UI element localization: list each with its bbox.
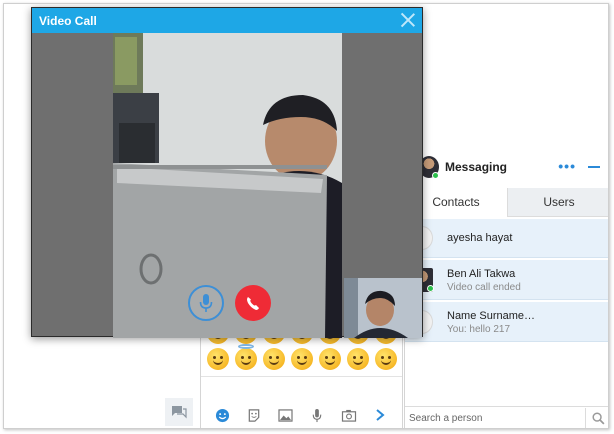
search-icon[interactable] xyxy=(585,407,608,428)
video-call-titlebar[interactable]: Video Call xyxy=(32,8,422,33)
contact-item[interactable]: Ben Ali Takwa Video call ended xyxy=(405,260,608,300)
emoji-laugh-icon[interactable] xyxy=(207,348,229,370)
self-video-image xyxy=(344,278,422,338)
remote-video-image xyxy=(113,33,342,338)
emoji-picker-row-2 xyxy=(207,344,397,370)
chat-toggle-icon[interactable] xyxy=(165,398,193,426)
sticker-icon[interactable] xyxy=(246,407,262,423)
emoji-smile-icon[interactable] xyxy=(291,348,313,370)
messaging-title: Messaging xyxy=(445,160,508,174)
contact-name: ayesha hayat xyxy=(447,232,513,244)
emoji-relaxed-icon[interactable] xyxy=(375,348,397,370)
image-icon[interactable] xyxy=(278,407,294,423)
tab-users[interactable]: Users xyxy=(507,188,608,217)
minimize-icon[interactable] xyxy=(588,166,600,168)
contact-item[interactable]: ayesha hayat xyxy=(405,219,608,258)
remote-video-feed xyxy=(113,33,342,338)
camera-icon[interactable] xyxy=(341,407,357,423)
messaging-header: Messaging ••• xyxy=(405,146,608,188)
messaging-panel: Messaging ••• Contacts Users ayesha haya… xyxy=(404,146,608,428)
video-call-title: Video Call xyxy=(39,13,97,28)
emoji-upside-down-icon[interactable] xyxy=(347,348,369,370)
end-call-button[interactable] xyxy=(235,285,271,321)
contact-item[interactable]: Name Surname… You: hello 217 xyxy=(405,302,608,342)
contact-name: Ben Ali Takwa xyxy=(447,268,516,280)
emoji-slight-smile-icon[interactable] xyxy=(319,348,341,370)
emoji-innocent-icon[interactable] xyxy=(235,344,257,370)
self-video-preview[interactable] xyxy=(344,278,422,338)
video-call-window: Video Call xyxy=(31,7,423,338)
online-status-dot xyxy=(432,172,439,179)
contact-last-message: You: hello 217 xyxy=(447,324,511,335)
messaging-tabs: Contacts Users xyxy=(405,188,608,217)
more-options-icon[interactable]: ••• xyxy=(558,158,576,174)
emoji-wink-icon[interactable] xyxy=(263,348,285,370)
microphone-icon[interactable] xyxy=(309,407,325,423)
contact-name: Name Surname… xyxy=(447,310,536,322)
composer-divider xyxy=(201,376,402,377)
online-status-dot xyxy=(427,285,434,292)
search-input[interactable] xyxy=(405,407,585,428)
contact-last-message: Video call ended xyxy=(447,282,521,293)
send-icon[interactable] xyxy=(372,407,388,423)
person-search xyxy=(405,406,608,428)
emoji-icon[interactable] xyxy=(215,407,231,423)
mute-microphone-button[interactable] xyxy=(188,285,224,321)
close-icon[interactable] xyxy=(400,12,416,28)
composer-toolbar xyxy=(201,400,402,428)
app-frame: Messaging ••• Contacts Users ayesha haya… xyxy=(3,3,609,429)
